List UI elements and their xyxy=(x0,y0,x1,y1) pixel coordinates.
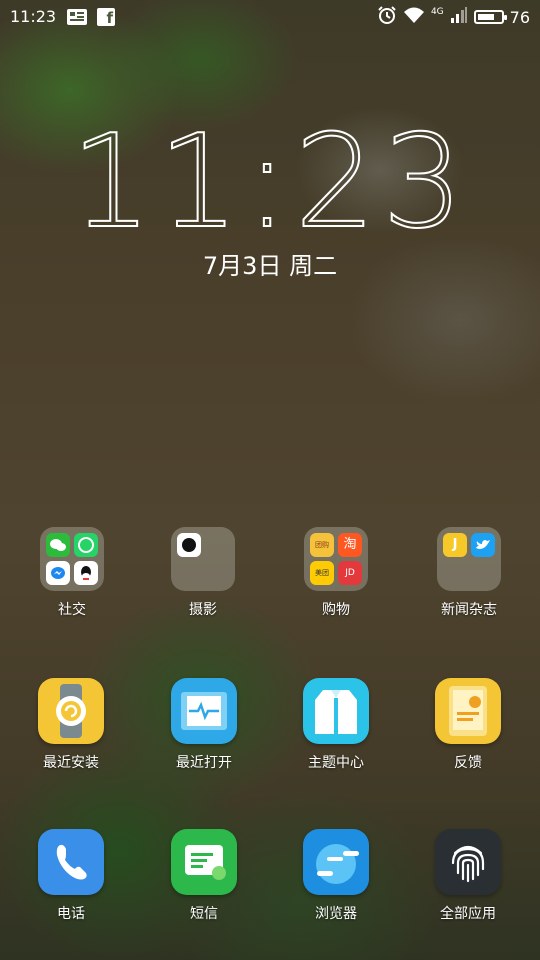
j-news-icon: J xyxy=(443,533,467,557)
app-recently-opened[interactable]: 最近打开 xyxy=(144,678,264,772)
mobile-data-icon: 4G xyxy=(430,7,444,17)
browser-icon xyxy=(303,829,369,895)
shirt-icon xyxy=(303,678,369,744)
app-theme-center[interactable]: 主题中心 xyxy=(276,678,396,772)
messenger-icon xyxy=(46,561,70,585)
folder-shopping-icon: 团购 淘 美团 JD xyxy=(304,527,368,591)
meituan-icon: 美团 xyxy=(310,561,334,585)
lockscreen-clock: 11:23 xyxy=(0,107,540,258)
app-label: 短信 xyxy=(190,906,218,922)
app-label: 浏览器 xyxy=(315,906,357,922)
fingerprint-icon xyxy=(435,829,501,895)
tuan-icon: 团购 xyxy=(310,533,334,557)
folder-label: 购物 xyxy=(322,602,350,618)
app-all-apps[interactable]: 全部应用 xyxy=(408,829,528,923)
app-browser[interactable]: 浏览器 xyxy=(276,829,396,923)
folder-news-icon: J xyxy=(437,527,501,591)
app-label: 全部应用 xyxy=(440,906,496,922)
folder-label: 新闻杂志 xyxy=(441,602,497,618)
signal-icon xyxy=(450,6,468,28)
folder-label: 社交 xyxy=(58,602,86,618)
folder-photography-icon xyxy=(171,527,235,591)
watch-icon xyxy=(38,678,104,744)
folder-shopping[interactable]: 团购 淘 美团 JD 购物 xyxy=(276,527,396,619)
folder-social[interactable]: 社交 xyxy=(12,527,132,619)
wifi-icon xyxy=(403,6,425,28)
folder-social-icon xyxy=(40,527,104,591)
twitter-icon xyxy=(471,533,495,557)
status-time: 11:23 xyxy=(10,7,57,26)
taobao-icon: 淘 xyxy=(338,533,362,557)
status-right-icons: 4G 76 xyxy=(377,5,530,29)
clock-colon: : xyxy=(244,107,295,258)
clock-minutes: 23 xyxy=(294,107,470,258)
status-bar: 11:23 f 4G 76 xyxy=(0,0,540,34)
lockscreen-date: 7月3日 周二 xyxy=(202,252,338,280)
camera-icon xyxy=(177,533,201,557)
folder-photography[interactable]: 摄影 xyxy=(143,527,263,619)
app-feedback[interactable]: 反馈 xyxy=(408,678,528,772)
news-icon xyxy=(66,8,87,26)
pulse-tablet-icon xyxy=(171,678,237,744)
clock-hours: 11 xyxy=(70,107,246,258)
jingdong-icon: JD xyxy=(338,561,362,585)
app-label: 最近安装 xyxy=(43,755,99,771)
app-phone[interactable]: 电话 xyxy=(11,829,131,923)
battery-icon xyxy=(473,10,507,24)
qq-icon xyxy=(74,561,98,585)
battery-level: 76 xyxy=(509,7,530,27)
wechat-icon xyxy=(46,533,70,557)
app-label: 主题中心 xyxy=(308,755,364,771)
message-icon xyxy=(171,829,237,895)
folder-label: 摄影 xyxy=(189,602,217,618)
app-recently-installed[interactable]: 最近安装 xyxy=(11,678,131,772)
facebook-icon: f xyxy=(97,8,115,27)
app-label: 反馈 xyxy=(454,755,482,771)
whatsapp-icon xyxy=(74,533,98,557)
phone-icon xyxy=(38,829,104,895)
app-label: 最近打开 xyxy=(176,755,232,771)
folder-news[interactable]: J 新闻杂志 xyxy=(409,527,529,619)
app-label: 电话 xyxy=(57,906,85,922)
app-messages[interactable]: 短信 xyxy=(144,829,264,923)
alarm-icon xyxy=(377,5,397,29)
feedback-icon xyxy=(435,678,501,744)
